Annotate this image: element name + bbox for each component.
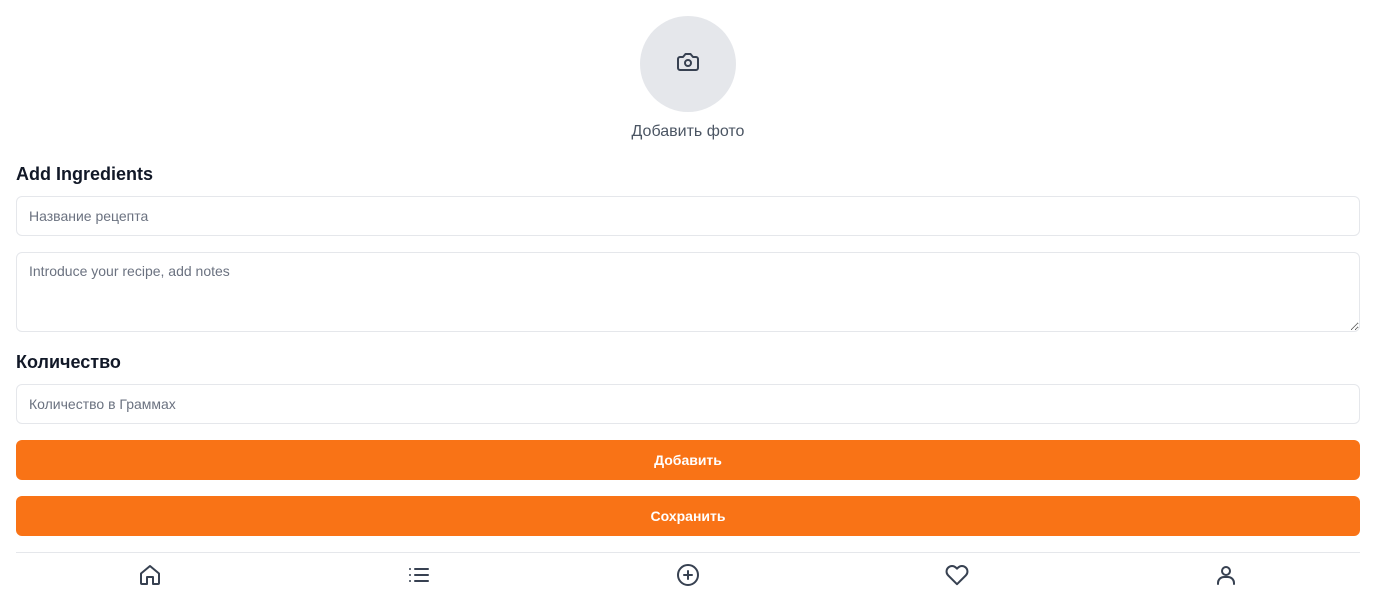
nav-profile[interactable]	[1206, 557, 1246, 597]
recipe-notes-textarea[interactable]	[16, 252, 1360, 332]
home-icon	[138, 563, 162, 592]
add-photo-button[interactable]	[640, 16, 736, 112]
nav-add[interactable]	[668, 557, 708, 597]
add-photo-label: Добавить фото	[631, 123, 745, 140]
heart-icon	[945, 563, 969, 592]
save-button[interactable]: Сохранить	[16, 496, 1360, 536]
quantity-input[interactable]	[16, 384, 1360, 424]
nav-list[interactable]	[399, 557, 439, 597]
add-recipe-page: Добавить фото Add Ingredients Количество…	[0, 0, 1376, 601]
bottom-nav	[16, 552, 1360, 601]
plus-circle-icon	[676, 563, 700, 592]
photo-uploader: Добавить фото	[0, 16, 1376, 142]
recipe-name-input[interactable]	[16, 196, 1360, 236]
nav-favorites[interactable]	[937, 557, 977, 597]
user-icon	[1214, 563, 1238, 592]
ingredients-heading: Add Ingredients	[16, 164, 154, 184]
camera-icon	[676, 50, 700, 79]
nav-home[interactable]	[130, 557, 170, 597]
quantity-heading: Количество	[16, 352, 121, 372]
add-button[interactable]: Добавить	[16, 440, 1360, 480]
list-icon	[407, 563, 431, 592]
